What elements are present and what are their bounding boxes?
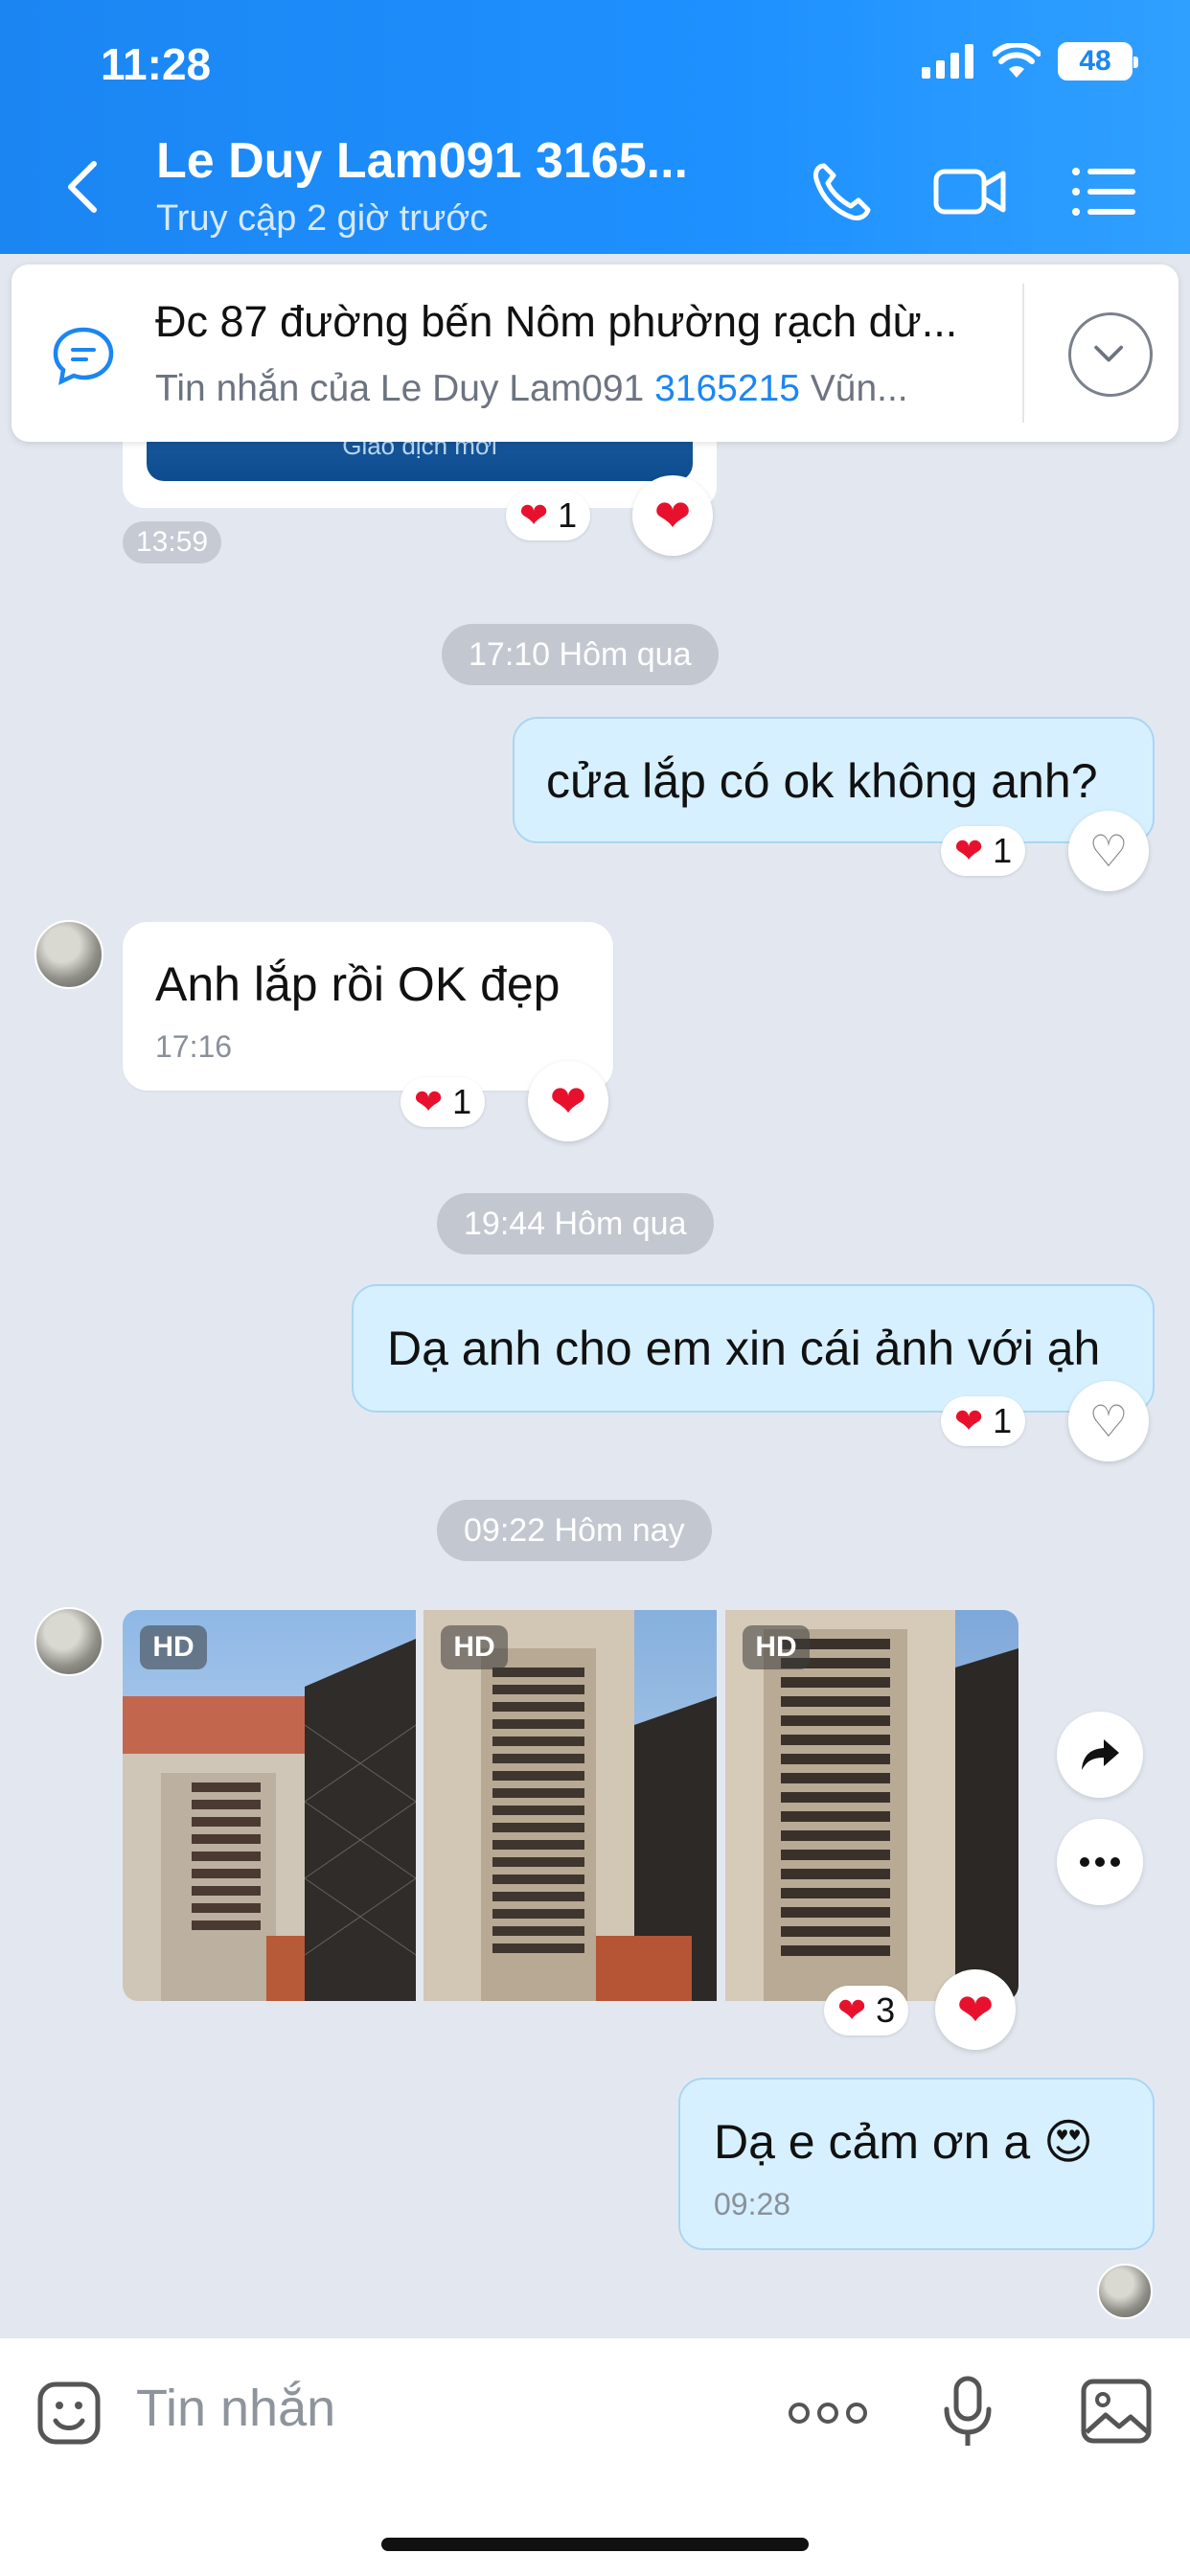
incoming-message[interactable]: Anh lắp rồi OK đẹp 17:16 (123, 922, 613, 1091)
battery-indicator: 48 (1058, 42, 1138, 80)
heart-reaction-icon: ❤ (954, 831, 984, 870)
pinned-subtitle: Tin nhắn của Le Duy Lam091 3165215 Vũn..… (155, 368, 998, 410)
hd-badge: HD (140, 1625, 207, 1669)
outgoing-message[interactable]: Dạ e cảm ơn a 😍 09:28 (678, 2078, 1155, 2250)
heart-reaction-icon: ❤ (837, 1990, 867, 2030)
video-call-icon[interactable] (932, 158, 1009, 225)
chevron-down-icon[interactable] (1068, 312, 1153, 397)
more-dots-icon (1080, 1857, 1120, 1867)
heart-reaction-icon: ❤ (954, 1401, 984, 1440)
date-separator: 17:10 Hôm qua (442, 624, 719, 685)
heart-react-button[interactable]: ♡ (1068, 811, 1149, 891)
pinned-sub-suffix: Vũn... (799, 368, 908, 409)
contact-avatar[interactable] (34, 920, 103, 989)
reaction-count: 3 (876, 1990, 896, 2030)
wifi-icon (993, 43, 1041, 78)
reaction-count: 1 (993, 831, 1013, 870)
outgoing-message[interactable]: cửa lắp có ok không anh? (513, 717, 1155, 843)
heart-outline-icon: ♡ (1088, 826, 1129, 876)
reaction-count: 1 (452, 1082, 472, 1121)
message-text: Dạ anh cho em xin cái ảnh với ạh (387, 1322, 1101, 1375)
message-time: 17:16 (155, 1029, 233, 1064)
heart-react-button[interactable]: ❤ (528, 1061, 608, 1141)
message-text: cửa lắp có ok không anh? (546, 754, 1098, 808)
heart-filled-icon: ❤ (549, 1076, 587, 1126)
message-time: 09:28 (714, 2187, 791, 2221)
reaction-summary[interactable]: ❤ 3 (824, 1986, 909, 2036)
contact-avatar[interactable] (34, 1607, 103, 1676)
message-text: Anh lắp rồi OK đẹp (155, 957, 561, 1011)
reaction-summary[interactable]: ❤ 1 (506, 491, 591, 540)
last-seen-status: Truy cập 2 giờ trước (156, 198, 489, 239)
hd-badge: HD (743, 1625, 810, 1669)
contact-name[interactable]: Le Duy Lam091 3165... (156, 132, 688, 190)
cellular-signal-icon (922, 44, 973, 79)
seen-avatar (1097, 2264, 1153, 2319)
reaction-summary[interactable]: ❤ 1 (941, 1396, 1026, 1446)
heart-filled-icon: ❤ (653, 491, 692, 540)
message-input[interactable]: Tin nhắn (136, 2379, 335, 2438)
photo-thumbnail[interactable]: HD (725, 1610, 1018, 2001)
phone-call-icon[interactable] (803, 158, 880, 225)
reaction-count: 1 (993, 1401, 1013, 1440)
pinned-title: Đc 87 đường bến Nôm phường rạch dừ... (155, 297, 958, 346)
outgoing-message[interactable]: Dạ anh cho em xin cái ảnh với ạh (352, 1284, 1155, 1413)
status-time: 11:28 (101, 39, 212, 89)
hd-badge: HD (441, 1625, 508, 1669)
heart-react-button[interactable]: ❤ (632, 475, 713, 556)
home-indicator (381, 2538, 809, 2551)
share-arrow-icon (1082, 1739, 1119, 1770)
reaction-summary[interactable]: ❤ 1 (400, 1077, 486, 1127)
photo-thumbnail[interactable]: HD (123, 1610, 416, 2001)
status-icons: 48 (922, 42, 1138, 80)
pinned-divider (1022, 284, 1024, 423)
heart-filled-icon: ❤ (956, 1985, 995, 2035)
chat-header: 11:28 48 Le Duy Lam091 3165... Truy cập … (0, 0, 1190, 254)
menu-list-icon[interactable] (1066, 158, 1143, 225)
pinned-sub-prefix: Tin nhắn của Le Duy Lam091 (155, 368, 655, 409)
image-gallery-icon[interactable] (1079, 2377, 1154, 2446)
message-time: 13:59 (123, 521, 222, 564)
reaction-summary[interactable]: ❤ 1 (941, 826, 1026, 876)
heart-reaction-icon: ❤ (414, 1082, 444, 1121)
microphone-icon[interactable] (937, 2373, 1004, 2453)
more-options-icon[interactable] (788, 2396, 868, 2430)
photo-thumbnail[interactable]: HD (423, 1610, 717, 2001)
heart-outline-icon: ♡ (1088, 1396, 1129, 1446)
phone-number-link[interactable]: 3165215 (654, 368, 800, 409)
heart-react-button[interactable]: ♡ (1068, 1381, 1149, 1461)
reaction-count: 1 (558, 495, 578, 535)
pinned-message-card[interactable]: Đc 87 đường bến Nôm phường rạch dừ... Ti… (11, 264, 1179, 442)
heart-react-button[interactable]: ❤ (935, 1969, 1016, 2050)
heart-reaction-icon: ❤ (519, 495, 549, 535)
share-button[interactable] (1057, 1712, 1143, 1798)
message-text: Dạ e cảm ơn a 😍 (714, 2115, 1094, 2169)
more-options-button[interactable] (1057, 1819, 1143, 1905)
date-separator: 19:44 Hôm qua (437, 1193, 714, 1254)
date-separator: 09:22 Hôm nay (437, 1500, 712, 1561)
chat-bubble-icon (53, 327, 114, 385)
back-arrow-icon[interactable] (57, 158, 105, 216)
sticker-emoji-icon[interactable] (34, 2379, 103, 2448)
